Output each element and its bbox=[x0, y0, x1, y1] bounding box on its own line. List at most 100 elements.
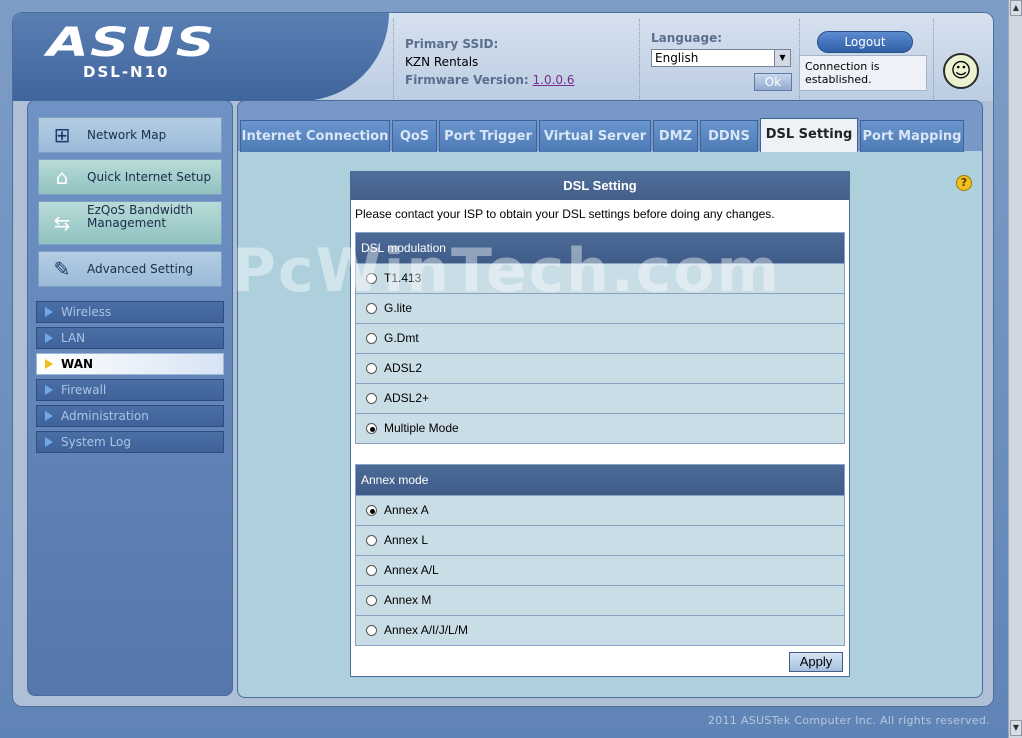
annex-option[interactable]: Annex L bbox=[356, 525, 844, 555]
sidebar-item-quick-internet-setup[interactable]: ⌂ Quick Internet Setup bbox=[38, 159, 222, 195]
modulation-option[interactable]: T1.413 bbox=[356, 263, 844, 293]
submenu-administration[interactable]: Administration bbox=[36, 405, 224, 427]
sidebar-item-label: Network Map bbox=[87, 128, 167, 142]
radio-button[interactable] bbox=[366, 625, 377, 636]
option-label: Annex M bbox=[384, 593, 432, 607]
wrench-icon: ✎ bbox=[53, 257, 71, 281]
option-label: Annex A bbox=[384, 503, 429, 517]
sidebar-item-advanced-setting[interactable]: ✎ Advanced Setting bbox=[38, 251, 222, 287]
dsl-setting-panel: DSL Setting Please contact your ISP to o… bbox=[350, 171, 850, 677]
radio-button[interactable] bbox=[366, 535, 377, 546]
robot-mascot-icon: ☺ bbox=[943, 53, 979, 89]
tab-qos[interactable]: QoS bbox=[392, 120, 437, 152]
triangle-right-icon bbox=[45, 385, 53, 395]
tab-dmz[interactable]: DMZ bbox=[653, 120, 698, 152]
annex-option[interactable]: Annex A/L bbox=[356, 555, 844, 585]
section-title: Annex mode bbox=[356, 465, 844, 495]
apply-button[interactable]: Apply bbox=[789, 652, 843, 672]
submenu-firewall[interactable]: Firewall bbox=[36, 379, 224, 401]
annex-mode-section: Annex mode Annex A Annex L Annex A/L Ann… bbox=[355, 464, 845, 646]
modulation-option[interactable]: G.lite bbox=[356, 293, 844, 323]
chevron-down-icon[interactable]: ▼ bbox=[774, 50, 790, 66]
header: ASUS DSL-N10 Primary SSID: KZN Rentals F… bbox=[13, 13, 993, 101]
logo-area: ASUS DSL-N10 bbox=[13, 13, 389, 101]
sidebar-item-label: Quick Internet Setup bbox=[87, 170, 212, 184]
annex-option[interactable]: Annex M bbox=[356, 585, 844, 615]
language-select[interactable]: English ▼ bbox=[651, 49, 791, 67]
firmware-label: Firmware Version: bbox=[405, 73, 529, 87]
tab-port-mapping[interactable]: Port Mapping bbox=[860, 120, 964, 152]
submenu-label: System Log bbox=[61, 435, 131, 449]
scroll-up-icon[interactable]: ▲ bbox=[1010, 0, 1022, 16]
triangle-right-icon bbox=[45, 411, 53, 421]
triangle-right-icon bbox=[45, 333, 53, 343]
vertical-scrollbar[interactable]: ▲ ▼ bbox=[1008, 0, 1022, 738]
help-icon[interactable]: ? bbox=[956, 175, 972, 191]
qos-icon: ⇆ bbox=[53, 211, 71, 235]
firmware-version-link[interactable]: 1.0.0.6 bbox=[533, 73, 575, 87]
radio-button[interactable] bbox=[366, 303, 377, 314]
submenu-label: WAN bbox=[61, 357, 94, 371]
header-divider bbox=[393, 19, 394, 99]
sidebar-item-ezqos[interactable]: ⇆ EzQoS Bandwidth Management bbox=[38, 201, 222, 245]
modulation-option[interactable]: ADSL2+ bbox=[356, 383, 844, 413]
radio-button[interactable] bbox=[366, 595, 377, 606]
option-label: ADSL2 bbox=[384, 361, 423, 375]
page-container: ASUS DSL-N10 Primary SSID: KZN Rentals F… bbox=[12, 12, 994, 707]
modulation-option[interactable]: G.Dmt bbox=[356, 323, 844, 353]
option-label: Multiple Mode bbox=[384, 421, 459, 435]
language-ok-button[interactable]: Ok bbox=[754, 73, 792, 91]
tab-virtual-server[interactable]: Virtual Server bbox=[539, 120, 651, 152]
header-divider bbox=[933, 19, 934, 99]
option-label: T1.413 bbox=[384, 271, 422, 285]
tab-ddns[interactable]: DDNS bbox=[700, 120, 758, 152]
triangle-right-icon bbox=[45, 437, 53, 447]
modulation-option[interactable]: Multiple Mode bbox=[356, 413, 844, 443]
triangle-right-icon bbox=[45, 307, 53, 317]
tab-internet-connection[interactable]: Internet Connection bbox=[240, 120, 390, 152]
sidebar-item-network-map[interactable]: ⊞ Network Map bbox=[38, 117, 222, 153]
section-title: DSL modulation bbox=[356, 233, 844, 263]
ssid-value: KZN Rentals bbox=[405, 55, 479, 69]
annex-option[interactable]: Annex A/I/J/L/M bbox=[356, 615, 844, 645]
network-map-icon: ⊞ bbox=[53, 123, 71, 147]
radio-button[interactable] bbox=[366, 393, 377, 404]
submenu-wan[interactable]: WAN bbox=[36, 353, 224, 375]
submenu-label: Firewall bbox=[61, 383, 107, 397]
triangle-right-icon bbox=[45, 359, 53, 369]
scroll-down-icon[interactable]: ▼ bbox=[1010, 720, 1022, 736]
copyright-footer: 2011 ASUSTek Computer Inc. All rights re… bbox=[707, 714, 990, 727]
annex-option[interactable]: Annex A bbox=[356, 495, 844, 525]
sidebar-item-label: Advanced Setting bbox=[87, 262, 194, 276]
router-admin-page: ASUS DSL-N10 Primary SSID: KZN Rentals F… bbox=[0, 0, 1008, 738]
tab-port-trigger[interactable]: Port Trigger bbox=[439, 120, 537, 152]
submenu-label: LAN bbox=[61, 331, 86, 345]
radio-button[interactable] bbox=[366, 565, 377, 576]
radio-button[interactable] bbox=[366, 423, 377, 434]
submenu-wireless[interactable]: Wireless bbox=[36, 301, 224, 323]
submenu-system-log[interactable]: System Log bbox=[36, 431, 224, 453]
panel-title: DSL Setting bbox=[351, 172, 849, 200]
modulation-option[interactable]: ADSL2 bbox=[356, 353, 844, 383]
submenu-lan[interactable]: LAN bbox=[36, 327, 224, 349]
ssid-info: Primary SSID: KZN Rentals Firmware Versi… bbox=[405, 35, 575, 89]
asus-logo: ASUS bbox=[47, 20, 216, 66]
radio-button[interactable] bbox=[366, 505, 377, 516]
option-label: G.lite bbox=[384, 301, 413, 315]
tab-dsl-setting[interactable]: DSL Setting bbox=[760, 118, 858, 152]
radio-button[interactable] bbox=[366, 333, 377, 344]
panel-note: Please contact your ISP to obtain your D… bbox=[355, 207, 775, 221]
sidebar-item-label: EzQoS Bandwidth Management bbox=[87, 203, 193, 230]
radio-button[interactable] bbox=[366, 363, 377, 374]
submenu-label: Wireless bbox=[61, 305, 112, 319]
model-name: DSL-N10 bbox=[83, 63, 170, 81]
header-divider bbox=[639, 19, 640, 99]
option-label: Annex A/L bbox=[384, 563, 439, 577]
sidebar: ⊞ Network Map ⌂ Quick Internet Setup ⇆ E… bbox=[27, 100, 233, 696]
option-label: G.Dmt bbox=[384, 331, 419, 345]
option-label: Annex A/I/J/L/M bbox=[384, 623, 469, 637]
dsl-modulation-section: DSL modulation T1.413 G.lite G.Dmt ADSL2… bbox=[355, 232, 845, 444]
radio-button[interactable] bbox=[366, 273, 377, 284]
logout-button[interactable]: Logout bbox=[817, 31, 913, 53]
